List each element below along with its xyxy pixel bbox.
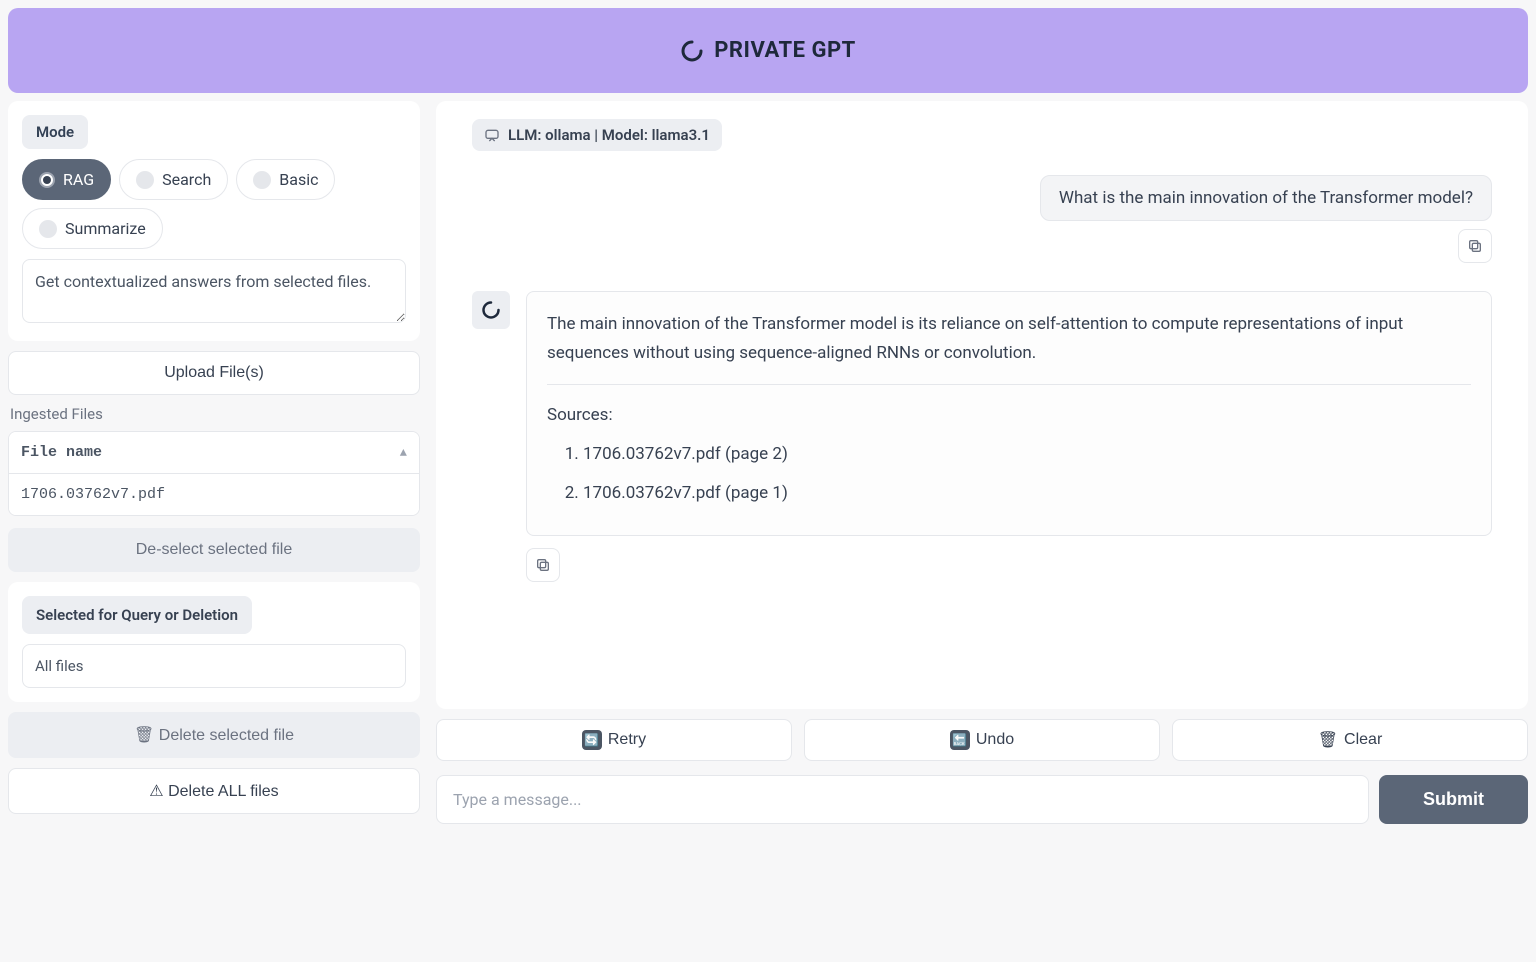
- mode-basic[interactable]: Basic: [236, 159, 335, 200]
- source-item: 1706.03762v7.pdf (page 2): [583, 440, 1471, 469]
- user-message: What is the main innovation of the Trans…: [1040, 175, 1492, 221]
- app-title: PRIVATE GPT: [714, 38, 856, 63]
- selected-value: All files: [22, 644, 406, 688]
- warning-icon: ⚠: [149, 783, 163, 800]
- undo-icon: 🔙: [950, 730, 970, 750]
- logo-icon: [680, 39, 704, 63]
- file-row[interactable]: 1706.03762v7.pdf: [9, 474, 419, 515]
- mode-description[interactable]: [22, 259, 406, 323]
- divider: [547, 384, 1471, 385]
- mode-label: Mode: [22, 115, 88, 149]
- upload-button[interactable]: Upload File(s): [8, 351, 420, 395]
- action-row: 🔄 Retry 🔙 Undo 🗑 Clear: [436, 719, 1528, 761]
- deselect-button[interactable]: De-select selected file: [8, 528, 420, 572]
- delete-selected-button[interactable]: 🗑 Delete selected file: [8, 712, 420, 758]
- copy-bot-row: [526, 548, 1492, 582]
- mode-label-rag: RAG: [63, 170, 94, 189]
- mode-rag[interactable]: RAG: [22, 159, 111, 200]
- sources-list: 1706.03762v7.pdf (page 2) 1706.03762v7.p…: [547, 440, 1471, 508]
- bot-answer: The main innovation of the Transformer m…: [547, 310, 1471, 368]
- undo-label: Undo: [976, 731, 1014, 749]
- mode-label-search: Search: [162, 170, 211, 189]
- mode-search[interactable]: Search: [119, 159, 228, 200]
- sidebar: Mode RAG Search Basic Summarize: [8, 101, 420, 824]
- input-row: Submit: [436, 775, 1528, 824]
- ingested-label: Ingested Files: [8, 405, 420, 423]
- chat-icon: [484, 127, 500, 143]
- bot-row: The main innovation of the Transformer m…: [472, 291, 1492, 536]
- bot-message: The main innovation of the Transformer m…: [526, 291, 1492, 536]
- mode-label-summarize: Summarize: [65, 219, 146, 238]
- retry-icon: 🔄: [582, 730, 602, 750]
- message-input[interactable]: [436, 775, 1369, 824]
- user-msg-row: What is the main innovation of the Trans…: [472, 175, 1492, 221]
- radio-icon: [39, 172, 55, 188]
- radio-icon: [39, 220, 57, 238]
- mode-label-basic: Basic: [279, 170, 318, 189]
- trash-icon: 🗑: [1318, 730, 1338, 750]
- selected-title: Selected for Query or Deletion: [22, 596, 252, 634]
- copy-user-row: [472, 229, 1492, 263]
- files-header[interactable]: File name ▲: [9, 432, 419, 474]
- chat-panel: LLM: ollama | Model: llama3.1 What is th…: [436, 101, 1528, 709]
- sources-label: Sources:: [547, 401, 1471, 430]
- source-item: 1706.03762v7.pdf (page 1): [583, 479, 1471, 508]
- clear-label: Clear: [1344, 731, 1382, 749]
- copy-bot-button[interactable]: [526, 548, 560, 582]
- header: PRIVATE GPT: [8, 8, 1528, 93]
- sort-icon: ▲: [400, 446, 407, 460]
- delete-all-button[interactable]: ⚠ Delete ALL files: [8, 768, 420, 814]
- radio-icon: [136, 171, 154, 189]
- clear-button[interactable]: 🗑 Clear: [1172, 719, 1528, 761]
- delete-all-label: Delete ALL files: [168, 783, 279, 800]
- radio-icon: [253, 171, 271, 189]
- retry-label: Retry: [608, 731, 646, 749]
- retry-button[interactable]: 🔄 Retry: [436, 719, 792, 761]
- selected-panel: Selected for Query or Deletion All files: [8, 582, 420, 702]
- copy-icon: [535, 557, 551, 573]
- copy-user-button[interactable]: [1458, 229, 1492, 263]
- trash-icon: 🗑: [134, 727, 154, 744]
- undo-button[interactable]: 🔙 Undo: [804, 719, 1160, 761]
- bot-icon: [481, 300, 501, 320]
- copy-icon: [1467, 238, 1483, 254]
- mode-radio-group: RAG Search Basic Summarize: [22, 159, 406, 249]
- submit-button[interactable]: Submit: [1379, 775, 1528, 824]
- files-table: File name ▲ 1706.03762v7.pdf: [8, 431, 420, 516]
- llm-label: LLM: ollama | Model: llama3.1: [508, 126, 710, 144]
- bot-avatar: [472, 291, 510, 329]
- mode-summarize[interactable]: Summarize: [22, 208, 163, 249]
- delete-selected-label: Delete selected file: [159, 727, 294, 744]
- content: LLM: ollama | Model: llama3.1 What is th…: [436, 101, 1528, 824]
- mode-panel: Mode RAG Search Basic Summarize: [8, 101, 420, 341]
- file-header-label: File name: [21, 444, 102, 461]
- llm-pill: LLM: ollama | Model: llama3.1: [472, 119, 722, 151]
